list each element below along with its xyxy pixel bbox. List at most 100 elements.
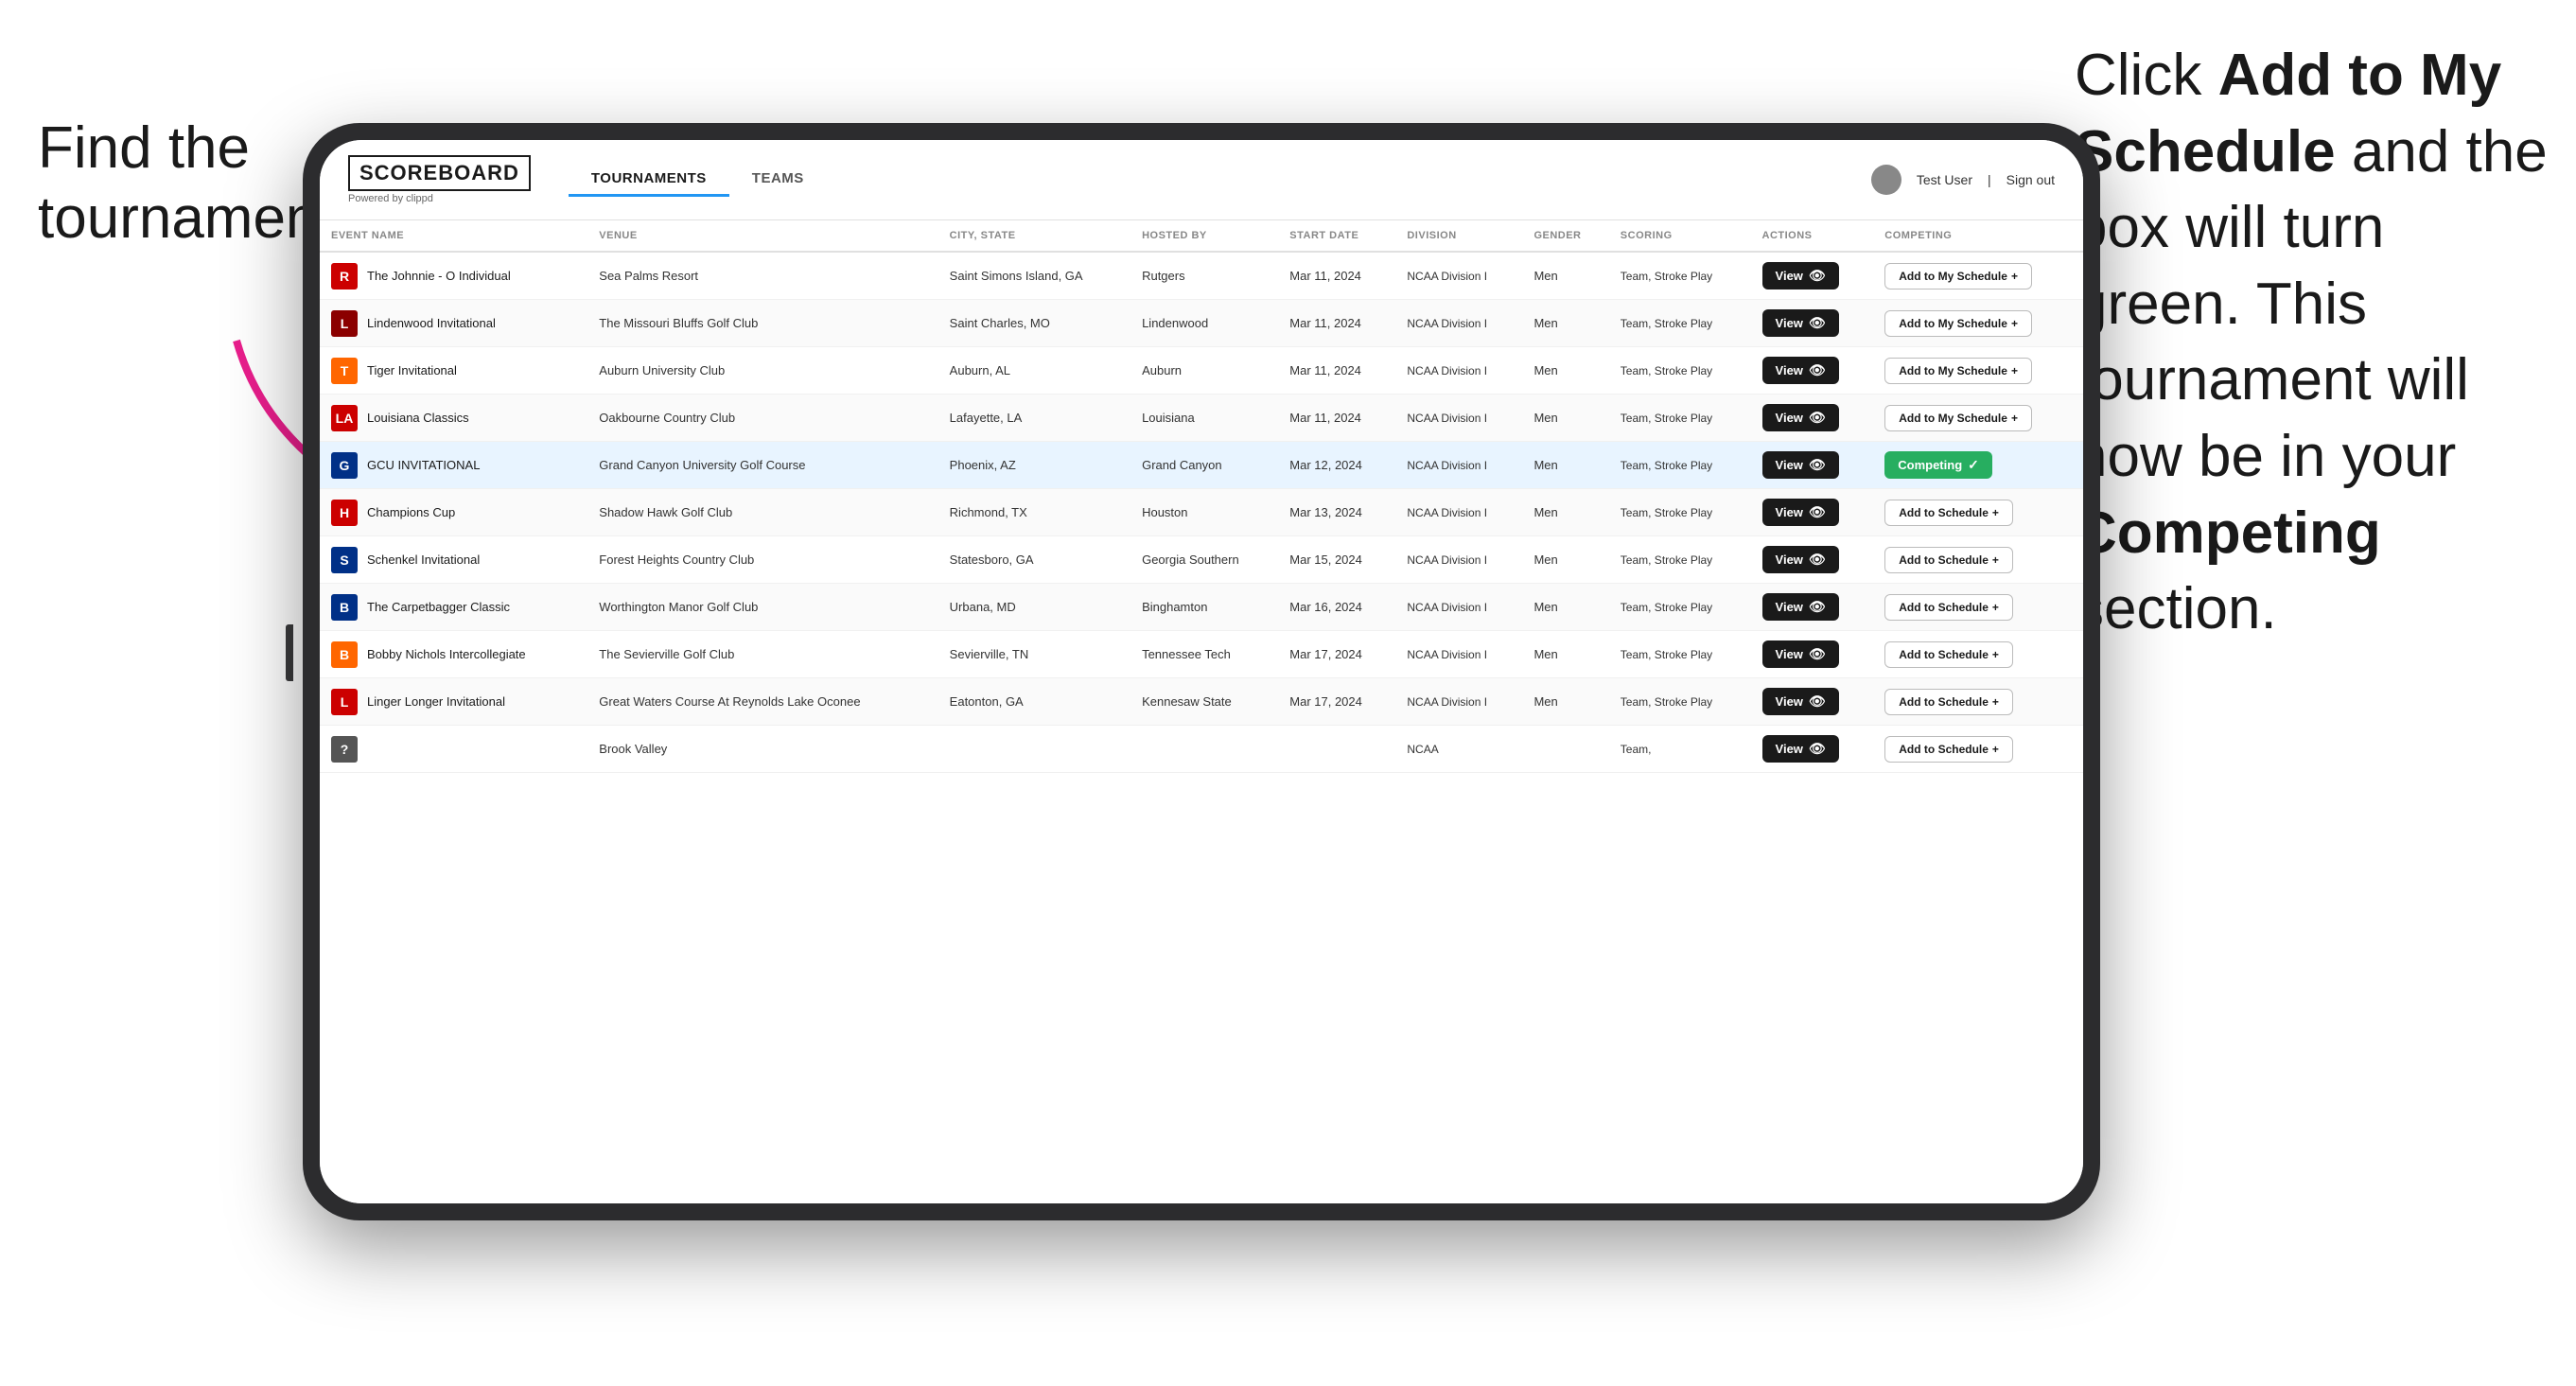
cell-venue: Auburn University Club <box>587 347 938 395</box>
eye-icon: 👁 <box>1809 315 1826 331</box>
table-row: B Bobby Nichols Intercollegiate The Sevi… <box>320 631 2083 678</box>
add-to-schedule-button[interactable]: Add to Schedule + <box>1884 736 2013 763</box>
school-logo: R <box>331 263 358 289</box>
view-button[interactable]: View 👁 <box>1762 309 1839 337</box>
cell-gender: Men <box>1522 536 1608 584</box>
add-to-schedule-button[interactable]: Add to Schedule + <box>1884 500 2013 526</box>
view-button[interactable]: View 👁 <box>1762 640 1839 668</box>
add-to-schedule-button[interactable]: Add to Schedule + <box>1884 547 2013 573</box>
add-to-schedule-button[interactable]: Add to My Schedule + <box>1884 358 2032 384</box>
cell-scoring: Team, Stroke Play <box>1609 631 1751 678</box>
event-name-text: Tiger Invitational <box>367 363 457 377</box>
table-row: ? Brook ValleyNCAATeam, View 👁 Add to Sc… <box>320 726 2083 773</box>
school-logo: LA <box>331 405 358 431</box>
plus-icon: + <box>2011 364 2018 377</box>
tab-teams[interactable]: TEAMS <box>729 163 827 197</box>
header-right: Test User | Sign out <box>1871 165 2055 195</box>
tab-tournaments[interactable]: TOURNAMENTS <box>569 163 729 197</box>
tournaments-table-container: EVENT NAME VENUE CITY, STATE HOSTED BY S… <box>320 220 2083 1203</box>
view-button[interactable]: View 👁 <box>1762 735 1839 763</box>
add-to-schedule-button[interactable]: Add to Schedule + <box>1884 689 2013 715</box>
cell-hosted-by: Tennessee Tech <box>1130 631 1278 678</box>
cell-division: NCAA Division I <box>1395 536 1522 584</box>
view-button[interactable]: View 👁 <box>1762 357 1839 384</box>
add-to-schedule-button[interactable]: Add to My Schedule + <box>1884 263 2032 289</box>
nav-tabs: TOURNAMENTS TEAMS <box>569 163 827 197</box>
cell-competing[interactable]: Competing ✓ <box>1873 442 2083 489</box>
cell-hosted-by: Houston <box>1130 489 1278 536</box>
cell-scoring: Team, Stroke Play <box>1609 584 1751 631</box>
cell-city: Urbana, MD <box>938 584 1130 631</box>
eye-icon: 👁 <box>1809 504 1826 520</box>
col-event-name: EVENT NAME <box>320 220 587 252</box>
cell-event-name: B The Carpetbagger Classic <box>320 584 587 631</box>
cell-competing[interactable]: Add to Schedule + <box>1873 631 2083 678</box>
col-division: DIVISION <box>1395 220 1522 252</box>
view-button[interactable]: View 👁 <box>1762 593 1839 621</box>
cell-actions[interactable]: View 👁 <box>1751 395 1874 442</box>
plus-icon: + <box>2011 317 2018 330</box>
cell-competing[interactable]: Add to Schedule + <box>1873 536 2083 584</box>
cell-competing[interactable]: Add to Schedule + <box>1873 726 2083 773</box>
add-to-schedule-button[interactable]: Add to My Schedule + <box>1884 405 2032 431</box>
cell-actions[interactable]: View 👁 <box>1751 536 1874 584</box>
cell-hosted-by: Georgia Southern <box>1130 536 1278 584</box>
cell-competing[interactable]: Add to Schedule + <box>1873 584 2083 631</box>
cell-actions[interactable]: View 👁 <box>1751 631 1874 678</box>
cell-actions[interactable]: View 👁 <box>1751 252 1874 300</box>
cell-hosted-by: Binghamton <box>1130 584 1278 631</box>
annotation-right: Click Add to My Schedule and the box wil… <box>2075 38 2548 648</box>
cell-competing[interactable]: Add to Schedule + <box>1873 489 2083 536</box>
add-to-schedule-button[interactable]: Add to Schedule + <box>1884 594 2013 621</box>
cell-city: Saint Simons Island, GA <box>938 252 1130 300</box>
cell-competing[interactable]: Add to My Schedule + <box>1873 347 2083 395</box>
view-button[interactable]: View 👁 <box>1762 451 1839 479</box>
tablet-side-button <box>286 624 293 681</box>
cell-actions[interactable]: View 👁 <box>1751 347 1874 395</box>
cell-actions[interactable]: View 👁 <box>1751 584 1874 631</box>
cell-hosted-by: Grand Canyon <box>1130 442 1278 489</box>
cell-gender: Men <box>1522 678 1608 726</box>
eye-icon: 👁 <box>1809 741 1826 757</box>
view-button[interactable]: View 👁 <box>1762 499 1839 526</box>
event-name-text: Schenkel Invitational <box>367 553 480 567</box>
eye-icon: 👁 <box>1809 457 1826 473</box>
cell-competing[interactable]: Add to My Schedule + <box>1873 300 2083 347</box>
eye-icon: 👁 <box>1809 646 1826 662</box>
add-to-schedule-button[interactable]: Add to My Schedule + <box>1884 310 2032 337</box>
cell-competing[interactable]: Add to My Schedule + <box>1873 395 2083 442</box>
col-hosted-by: HOSTED BY <box>1130 220 1278 252</box>
plus-icon: + <box>2011 412 2018 425</box>
cell-actions[interactable]: View 👁 <box>1751 726 1874 773</box>
cell-venue: Forest Heights Country Club <box>587 536 938 584</box>
view-button[interactable]: View 👁 <box>1762 688 1839 715</box>
cell-competing[interactable]: Add to My Schedule + <box>1873 252 2083 300</box>
cell-actions[interactable]: View 👁 <box>1751 442 1874 489</box>
cell-actions[interactable]: View 👁 <box>1751 678 1874 726</box>
cell-scoring: Team, Stroke Play <box>1609 300 1751 347</box>
table-row: L Lindenwood Invitational The Missouri B… <box>320 300 2083 347</box>
view-button[interactable]: View 👁 <box>1762 404 1839 431</box>
event-name-text: The Johnnie - O Individual <box>367 269 511 283</box>
cell-actions[interactable]: View 👁 <box>1751 489 1874 536</box>
cell-actions[interactable]: View 👁 <box>1751 300 1874 347</box>
cell-division: NCAA Division I <box>1395 678 1522 726</box>
app-logo-sub: Powered by clippd <box>348 193 531 204</box>
view-button[interactable]: View 👁 <box>1762 546 1839 573</box>
cell-event-name: L Lindenwood Invitational <box>320 300 587 347</box>
table-header-row: EVENT NAME VENUE CITY, STATE HOSTED BY S… <box>320 220 2083 252</box>
tablet-device: SCOREBOARD Powered by clippd TOURNAMENTS… <box>303 123 2100 1220</box>
plus-icon: + <box>1992 553 1999 567</box>
school-logo: S <box>331 547 358 573</box>
competing-button[interactable]: Competing ✓ <box>1884 451 1992 479</box>
logo-area: SCOREBOARD Powered by clippd <box>348 155 531 204</box>
cell-competing[interactable]: Add to Schedule + <box>1873 678 2083 726</box>
cell-division: NCAA Division I <box>1395 631 1522 678</box>
cell-event-name: B Bobby Nichols Intercollegiate <box>320 631 587 678</box>
sign-out-link[interactable]: Sign out <box>2006 172 2055 187</box>
add-to-schedule-button[interactable]: Add to Schedule + <box>1884 641 2013 668</box>
cell-division: NCAA Division I <box>1395 395 1522 442</box>
cell-city: Saint Charles, MO <box>938 300 1130 347</box>
view-button[interactable]: View 👁 <box>1762 262 1839 289</box>
col-scoring: SCORING <box>1609 220 1751 252</box>
